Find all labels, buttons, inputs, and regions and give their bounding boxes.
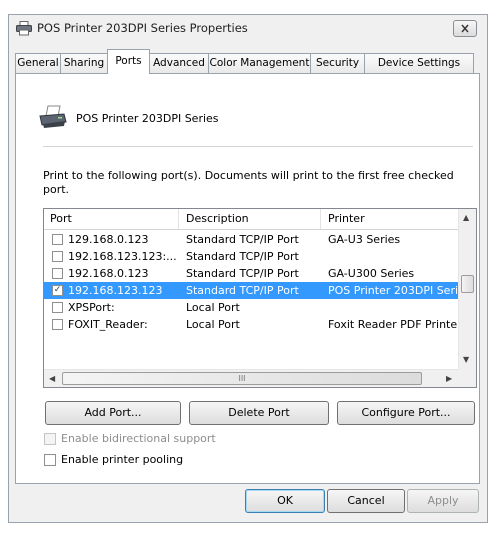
window-title: POS Printer 203DPI Series Properties — [37, 21, 248, 35]
printer-pooling-label: Enable printer pooling — [61, 453, 184, 466]
tab-sharing[interactable]: Sharing — [60, 53, 108, 73]
horizontal-scrollbar[interactable]: ◀ III ▶ — [44, 369, 458, 387]
scroll-right-arrow-icon[interactable]: ▶ — [446, 374, 452, 383]
column-header-port[interactable]: Port — [50, 212, 72, 225]
scroll-down-arrow-icon[interactable]: ▼ — [463, 355, 469, 364]
port-printer: POS Printer 203DPI Series — [328, 284, 458, 297]
vertical-scroll-thumb[interactable] — [461, 275, 474, 293]
port-checkbox[interactable] — [52, 319, 63, 330]
port-description: Standard TCP/IP Port — [186, 284, 299, 297]
port-printer: GA-U3 Series — [328, 233, 401, 246]
scroll-left-arrow-icon[interactable]: ◀ — [49, 374, 55, 383]
column-header-description[interactable]: Description — [186, 212, 249, 225]
port-name: FOXIT_Reader: — [68, 318, 148, 331]
port-description: Standard TCP/IP Port — [186, 267, 299, 280]
port-printer: GA-U300 Series — [328, 267, 415, 280]
ports-list-header: Port Description Printer — [44, 209, 458, 230]
printer-properties-dialog: POS Printer 203DPI Series Properties Gen… — [8, 14, 488, 523]
port-row[interactable]: 192.168.0.123 Standard TCP/IP Port GA-U3… — [44, 265, 458, 282]
port-printer: Foxit Reader PDF Printer — [328, 318, 458, 331]
printer-name: POS Printer 203DPI Series — [76, 112, 219, 125]
tab-security[interactable]: Security — [310, 53, 365, 73]
port-row[interactable]: 192.168.123.123:... Standard TCP/IP Port — [44, 248, 458, 265]
port-name: 192.168.123.123:... — [68, 250, 177, 263]
port-description: Standard TCP/IP Port — [186, 250, 299, 263]
title-bar: POS Printer 203DPI Series Properties — [9, 15, 487, 43]
port-row[interactable]: 129.168.0.123 Standard TCP/IP Port GA-U3… — [44, 231, 458, 248]
tab-color-management[interactable]: Color Management — [208, 53, 311, 73]
port-row[interactable]: FOXIT_Reader: Local Port Foxit Reader PD… — [44, 316, 458, 333]
apply-button[interactable]: Apply — [407, 489, 479, 513]
port-checkbox[interactable] — [52, 302, 63, 313]
port-name: 192.168.0.123 — [68, 267, 149, 280]
delete-port-button[interactable]: Delete Port — [189, 401, 329, 425]
tab-general[interactable]: General — [15, 53, 61, 73]
ok-button[interactable]: OK — [245, 489, 325, 513]
port-row[interactable]: XPSPort: Local Port — [44, 299, 458, 316]
port-description: Standard TCP/IP Port — [186, 233, 299, 246]
close-button[interactable] — [453, 20, 477, 37]
cancel-button[interactable]: Cancel — [327, 489, 405, 513]
port-name: 192.168.123.123 — [68, 284, 163, 297]
printer-icon — [16, 21, 32, 36]
vertical-scrollbar[interactable]: ▲ ▼ — [458, 209, 476, 369]
ports-list[interactable]: Port Description Printer 129.168.0.123 S… — [43, 208, 477, 388]
port-row-selected[interactable]: ✓ 192.168.123.123 Standard TCP/IP Port P… — [44, 282, 458, 299]
tab-ports[interactable]: Ports — [107, 49, 150, 74]
ports-instructions: Print to the following port(s). Document… — [43, 169, 454, 196]
port-checkbox[interactable] — [52, 234, 63, 245]
printer-pooling-checkbox[interactable] — [44, 454, 56, 466]
scrollbar-corner — [458, 369, 476, 387]
bidirectional-support-checkbox[interactable] — [44, 433, 56, 445]
port-checkbox[interactable] — [52, 251, 63, 262]
ports-tab-panel: POS Printer 203DPI Series Print to the f… — [15, 73, 480, 484]
port-name: 129.168.0.123 — [68, 233, 149, 246]
column-header-printer[interactable]: Printer — [328, 212, 365, 225]
port-description: Local Port — [186, 318, 240, 331]
configure-port-button[interactable]: Configure Port... — [337, 401, 475, 425]
separator — [43, 146, 473, 147]
add-port-button[interactable]: Add Port... — [45, 401, 181, 425]
close-icon — [461, 24, 469, 33]
scroll-grip: III — [238, 374, 246, 383]
port-checkbox[interactable] — [52, 268, 63, 279]
horizontal-scroll-thumb[interactable]: III — [62, 372, 422, 385]
scroll-up-arrow-icon[interactable]: ▲ — [463, 213, 469, 222]
printer-icon — [39, 105, 67, 128]
port-checkbox-checked[interactable]: ✓ — [52, 285, 63, 296]
port-name: XPSPort: — [68, 301, 115, 314]
bidirectional-support-label: Enable bidirectional support — [61, 432, 216, 445]
port-description: Local Port — [186, 301, 240, 314]
tab-device-settings[interactable]: Device Settings — [364, 53, 474, 73]
tab-advanced[interactable]: Advanced — [149, 53, 209, 73]
